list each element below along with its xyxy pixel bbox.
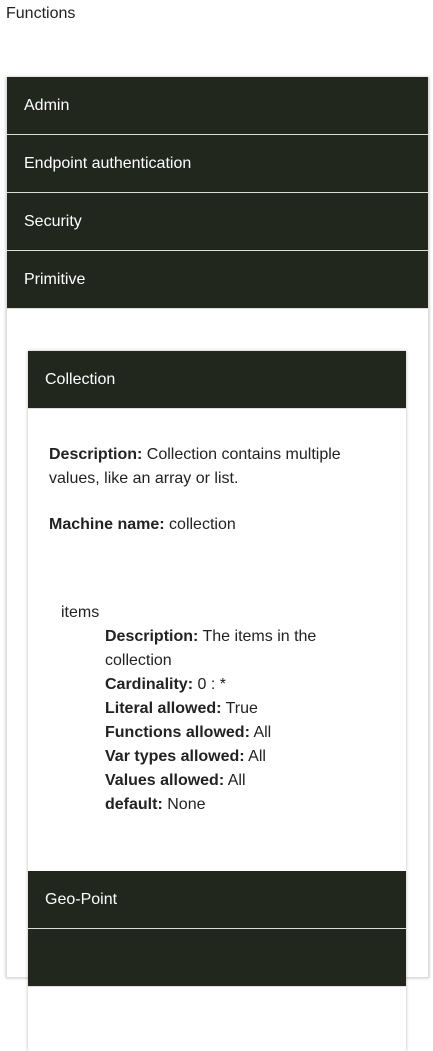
next-section-header[interactable] [28,929,406,987]
property-label: Values allowed: [105,772,225,789]
item-property: default: None [105,793,385,817]
item-property: Var types allowed: All [105,745,385,769]
item-property: Functions allowed: All [105,721,385,745]
property-label: default: [105,796,163,813]
property-value: All [227,772,246,789]
item-property: Values allowed: All [105,769,385,793]
description-label: Description: [49,446,143,463]
page-title: Functions [6,5,76,22]
section-primitive[interactable]: Primitive [7,251,428,309]
collection-body: Description: Collection contains multipl… [28,409,406,817]
machine-name-label: Machine name: [49,516,165,533]
item-property: Cardinality: 0 : * [105,673,385,697]
property-value: True [225,700,258,717]
property-value: All [253,724,272,741]
property-label: Var types allowed: [105,748,245,765]
property-value: All [248,748,266,765]
geo-point-header[interactable]: Geo-Point [28,871,406,929]
property-label: Cardinality: [105,676,194,693]
property-label: Functions allowed: [105,724,250,741]
section-security[interactable]: Security [7,193,428,251]
section-endpoint-authentication[interactable]: Endpoint authentication [7,135,428,193]
collection-card: Collection Description: Collection conta… [28,351,406,1051]
item-property: Literal allowed: True [105,697,385,721]
description: Description: Collection contains multipl… [49,443,385,491]
functions-accordion: Admin Endpoint authentication Security P… [6,77,429,1051]
property-label: Description: [105,628,199,645]
property-label: Literal allowed: [105,700,222,717]
item-name: items [61,604,100,621]
collection-header[interactable]: Collection [28,351,406,409]
item-properties: Description: The items in the collection… [61,625,385,817]
property-value: 0 : * [197,676,226,693]
item-items: items Description: The items in the coll… [49,601,385,817]
item-property: Description: The items in the collection [105,625,385,673]
section-admin[interactable]: Admin [7,77,428,135]
machine-name-value: collection [169,516,236,533]
machine-name: Machine name: collection [49,513,385,537]
property-value: None [167,796,206,813]
